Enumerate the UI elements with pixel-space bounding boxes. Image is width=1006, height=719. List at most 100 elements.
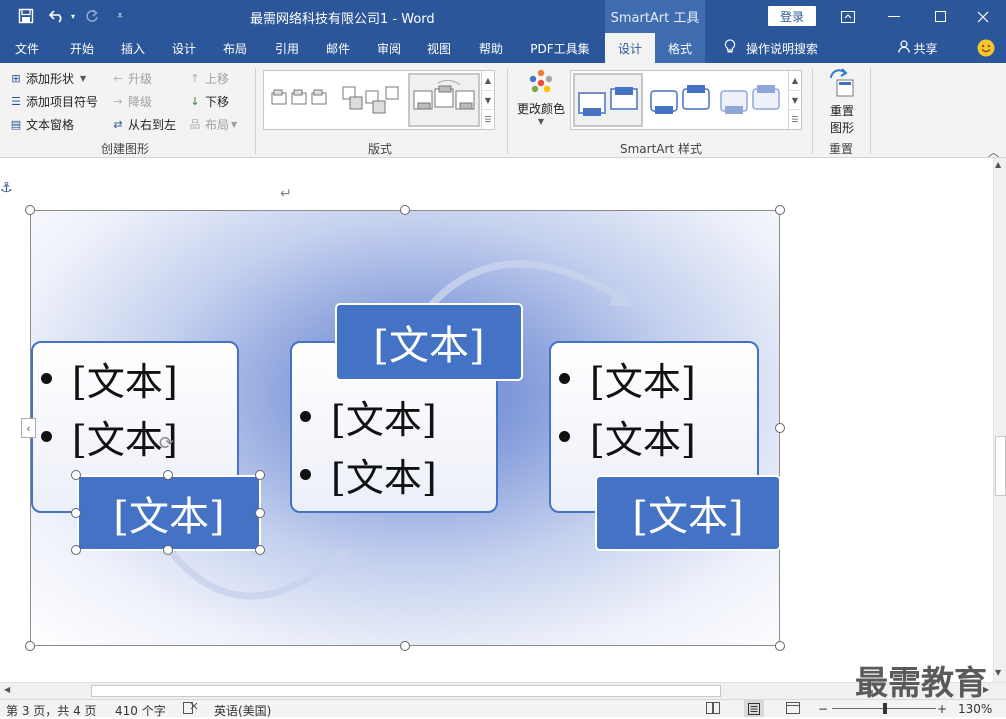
tab-insert[interactable]: 插入 (108, 33, 158, 63)
shape-resize-handle[interactable] (255, 470, 265, 480)
tab-design[interactable]: 设计 (159, 33, 209, 63)
shape-resize-handle[interactable] (163, 545, 173, 555)
bullet-text[interactable]: [文本] (41, 409, 178, 464)
styles-gallery-scroll[interactable]: ▲ ▼ ☰ (788, 71, 801, 129)
resize-handle[interactable] (25, 205, 35, 215)
smartart-header-center[interactable]: [文本] (335, 303, 523, 381)
tab-home[interactable]: 开始 (57, 33, 107, 63)
scroll-up-icon[interactable]: ▲ (789, 71, 801, 91)
resize-handle[interactable] (775, 205, 785, 215)
style-thumb-1-selected[interactable] (573, 73, 643, 127)
zoom-slider-thumb[interactable] (883, 703, 887, 714)
shape-resize-handle[interactable] (163, 470, 173, 480)
web-layout-icon[interactable] (786, 702, 800, 717)
zoom-level[interactable]: 130% (958, 702, 992, 716)
shape-resize-handle[interactable] (255, 508, 265, 518)
resize-handle[interactable] (775, 423, 785, 433)
demote-button[interactable]: → 降级 (111, 93, 152, 110)
tab-references[interactable]: 引用 (262, 33, 312, 63)
vertical-scrollbar[interactable]: ▲ ▼ (993, 158, 1006, 682)
tab-mailings[interactable]: 邮件 (313, 33, 363, 63)
shape-resize-handle[interactable] (71, 545, 81, 555)
bullet-text[interactable]: [文本] (300, 389, 437, 444)
move-up-button[interactable]: ↑ 上移 (188, 70, 229, 87)
read-mode-icon[interactable] (706, 702, 720, 717)
person-icon (898, 40, 911, 56)
zoom-in-icon[interactable]: + (937, 702, 947, 716)
reset-graphic-button[interactable]: 重置 图形 (822, 68, 862, 136)
proofing-icon[interactable] (183, 702, 198, 717)
undo-icon[interactable] (46, 6, 68, 26)
close-icon[interactable] (960, 0, 1006, 33)
rotate-handle-icon[interactable]: ⟳ (159, 433, 174, 454)
zoom-out-icon[interactable]: − (818, 702, 828, 716)
minimize-icon[interactable] (871, 0, 917, 33)
document-canvas[interactable]: ⚓ ↵ [文本] [文本] [文本] ⟳ [文本] [文本] [文本] [文本]… (0, 158, 993, 682)
shape-resize-handle[interactable] (255, 545, 265, 555)
change-colors-button[interactable]: 更改颜色 ▼ (515, 68, 567, 132)
tab-view[interactable]: 视图 (414, 33, 464, 63)
bullet-text-label: [文本] (590, 418, 696, 462)
print-layout-icon[interactable] (744, 700, 764, 717)
bullet-text[interactable]: [文本] (41, 351, 178, 406)
add-bullet-button[interactable]: ☰ 添加项目符号 (9, 93, 98, 110)
shape-resize-handle[interactable] (71, 470, 81, 480)
add-shape-button[interactable]: ⊞ 添加形状 ▼ (9, 70, 86, 87)
bullet-text[interactable]: [文本] (559, 409, 696, 464)
page-count[interactable]: 第 3 页，共 4 页 (6, 702, 97, 719)
layouts-gallery-scroll[interactable]: ▲ ▼ ☰ (481, 71, 494, 129)
group-divider (507, 68, 508, 154)
layout-thumb-3-selected[interactable] (408, 73, 480, 127)
tab-review[interactable]: 审阅 (364, 33, 414, 63)
bullet-dot (41, 431, 52, 442)
tab-help[interactable]: 帮助 (466, 33, 516, 63)
tab-smartart-format[interactable]: 格式 (655, 33, 705, 63)
word-count[interactable]: 410 个字 (115, 702, 166, 719)
vertical-scroll-thumb[interactable] (995, 436, 1006, 496)
redo-icon[interactable] (82, 6, 102, 26)
scroll-up-icon[interactable]: ▲ (482, 71, 494, 91)
scroll-left-icon[interactable]: ◀ (4, 685, 10, 694)
smartart-header-left[interactable]: [文本] (77, 475, 261, 551)
resize-handle[interactable] (400, 641, 410, 651)
resize-handle[interactable] (25, 641, 35, 651)
tab-layout[interactable]: 布局 (210, 33, 260, 63)
promote-button[interactable]: ← 升级 (111, 70, 152, 87)
undo-dropdown-icon[interactable]: ▾ (68, 6, 78, 26)
text-pane-button[interactable]: ▤ 文本窗格 (9, 116, 74, 133)
login-button[interactable]: 登录 (768, 6, 816, 26)
save-icon[interactable] (14, 6, 38, 26)
tab-pdf-tools[interactable]: PDF工具集 (522, 33, 598, 63)
language-indicator[interactable]: 英语(美国) (214, 702, 271, 719)
tell-me-search[interactable]: 操作说明搜索 (716, 33, 826, 63)
scroll-down-icon[interactable]: ▼ (995, 668, 1001, 677)
scroll-down-icon[interactable]: ▼ (789, 91, 801, 111)
move-down-button[interactable]: ↓ 下移 (188, 93, 229, 110)
style-thumb-2[interactable] (647, 81, 713, 121)
more-icon[interactable]: ☰ (789, 110, 801, 129)
layout-thumb-2[interactable] (340, 83, 400, 117)
tab-file[interactable]: 文件 (4, 33, 50, 63)
tab-smartart-design[interactable]: 设计 (605, 33, 655, 63)
smartart-graphic[interactable]: [文本] [文本] [文本] ⟳ [文本] [文本] [文本] [文本] [文本… (30, 210, 781, 646)
text-pane-toggle-icon[interactable]: ‹ (21, 418, 36, 438)
maximize-icon[interactable] (917, 0, 963, 33)
resize-handle[interactable] (400, 205, 410, 215)
layout-thumb-1[interactable] (270, 87, 330, 111)
layout-button[interactable]: 品 布局 ▼ (188, 116, 238, 133)
bullet-text[interactable]: [文本] (300, 447, 437, 502)
smartart-header-right[interactable]: [文本] (595, 475, 781, 551)
style-thumb-3[interactable] (717, 81, 783, 121)
customize-qat-icon[interactable]: ⩡ (112, 6, 128, 26)
resize-handle[interactable] (775, 641, 785, 651)
more-icon[interactable]: ☰ (482, 110, 494, 129)
shape-resize-handle[interactable] (71, 508, 81, 518)
ribbon-display-options-icon[interactable] (825, 0, 871, 33)
bullet-text[interactable]: [文本] (559, 351, 696, 406)
scroll-up-icon[interactable]: ▲ (995, 160, 1001, 169)
horizontal-scroll-thumb[interactable] (91, 685, 721, 697)
smiley-feedback-icon[interactable] (974, 33, 998, 63)
scroll-down-icon[interactable]: ▼ (482, 91, 494, 111)
share-button[interactable]: 共享 (893, 33, 943, 63)
right-to-left-button[interactable]: ⇄ 从右到左 (111, 116, 176, 133)
